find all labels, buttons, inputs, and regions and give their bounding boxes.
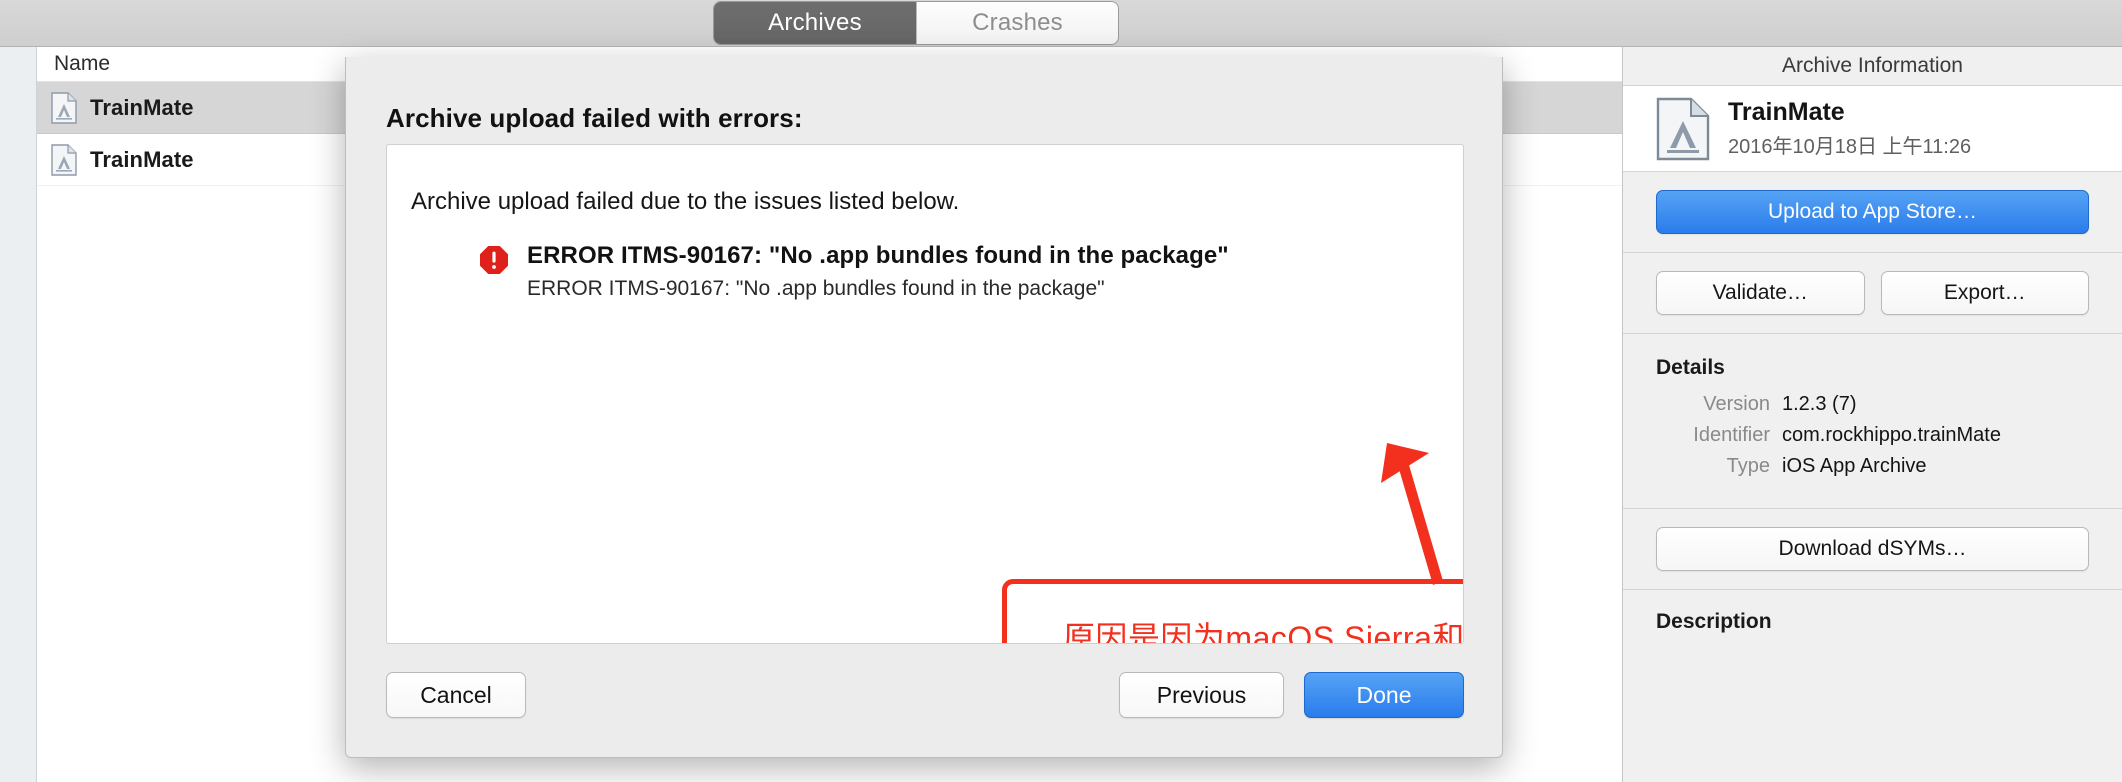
done-label: Done bbox=[1356, 681, 1412, 708]
issue-detail: ERROR ITMS-90167: "No .app bundles found… bbox=[527, 277, 1105, 300]
xcode-organizer-window: Archives Crashes Name TrainMate TrainMat… bbox=[0, 0, 2122, 782]
upload-to-app-store-button[interactable]: Upload to App Store… bbox=[1656, 190, 2089, 234]
detail-row-identifier: Identifier com.rockhippo.trainMate bbox=[1656, 424, 2089, 447]
detail-value: iOS App Archive bbox=[1782, 455, 1927, 477]
cancel-button[interactable]: Cancel bbox=[386, 672, 526, 718]
issue-title: ERROR ITMS-90167: "No .app bundles found… bbox=[527, 242, 1229, 269]
inspector-header: Archive Information bbox=[1623, 47, 2122, 86]
export-label: Export… bbox=[1943, 281, 2026, 304]
archive-identity-date: 2016年10月18日 上午11:26 bbox=[1728, 136, 1972, 158]
sheet-title: Archive upload failed with errors: bbox=[386, 103, 803, 133]
previous-label: Previous bbox=[1156, 681, 1247, 708]
upload-section: Upload to App Store… bbox=[1623, 172, 2122, 253]
archive-name: TrainMate bbox=[90, 146, 194, 172]
archive-document-icon bbox=[51, 91, 77, 124]
detail-key: Identifier bbox=[1693, 424, 1770, 446]
annotation-arrow-icon bbox=[1381, 443, 1443, 585]
description-heading: Description bbox=[1656, 610, 1772, 633]
detail-row-version: Version 1.2.3 (7) bbox=[1656, 393, 2089, 416]
validate-export-section: Validate… Export… bbox=[1623, 253, 2122, 334]
done-button[interactable]: Done bbox=[1304, 672, 1464, 718]
tab-crashes[interactable]: Crashes bbox=[916, 2, 1118, 44]
dsyms-section: Download dSYMs… bbox=[1623, 509, 2122, 590]
detail-value: com.rockhippo.trainMate bbox=[1782, 424, 2001, 446]
archive-identity: TrainMate 2016年10月18日 上午11:26 bbox=[1623, 86, 2122, 172]
organizer-tab-segmented-control[interactable]: Archives Crashes bbox=[714, 2, 1118, 44]
issue-texts: ERROR ITMS-90167: "No .app bundles found… bbox=[527, 242, 1229, 301]
annotation-callout-box: 原因是因为macOS Sierra和xcode8以下版本导致 bbox=[1002, 579, 1464, 644]
archive-identity-text: TrainMate 2016年10月18日 上午11:26 bbox=[1728, 98, 1971, 159]
detail-row-type: Type iOS App Archive bbox=[1656, 455, 2089, 478]
upload-to-app-store-label: Upload to App Store… bbox=[1768, 200, 1977, 223]
archive-document-icon bbox=[1656, 97, 1710, 161]
upload-failed-sheet: Archive upload failed with errors: Archi… bbox=[345, 57, 1503, 758]
detail-value: 1.2.3 (7) bbox=[1782, 393, 1857, 415]
archives-group-gutter bbox=[0, 47, 37, 782]
details-heading: Details bbox=[1656, 356, 1725, 379]
download-dsyms-button[interactable]: Download dSYMs… bbox=[1656, 527, 2089, 571]
issues-list-container: Archive upload failed due to the issues … bbox=[386, 144, 1464, 644]
validate-button[interactable]: Validate… bbox=[1656, 271, 1865, 315]
archive-identity-name: TrainMate bbox=[1728, 98, 1845, 126]
list-item: ERROR ITMS-90167: "No .app bundles found… bbox=[479, 242, 1229, 301]
inspector-header-label: Archive Information bbox=[1782, 54, 1963, 77]
column-header-name: Name bbox=[54, 52, 111, 75]
archive-information-panel: Archive Information TrainMate 2016年10月18… bbox=[1622, 47, 2122, 782]
cancel-label: Cancel bbox=[420, 681, 492, 708]
tab-archives[interactable]: Archives bbox=[714, 2, 916, 44]
tab-archives-label: Archives bbox=[768, 9, 862, 36]
previous-button[interactable]: Previous bbox=[1119, 672, 1284, 718]
detail-key: Version bbox=[1703, 393, 1770, 415]
tab-crashes-label: Crashes bbox=[972, 9, 1063, 36]
validate-label: Validate… bbox=[1712, 281, 1808, 304]
detail-key: Type bbox=[1726, 455, 1770, 477]
error-octagon-icon bbox=[479, 245, 509, 275]
window-toolbar: Archives Crashes bbox=[0, 0, 2122, 47]
details-section: Details Version 1.2.3 (7) Identifier com… bbox=[1623, 334, 2122, 509]
sheet-intro-text: Archive upload failed due to the issues … bbox=[411, 188, 960, 215]
archive-name: TrainMate bbox=[90, 94, 194, 120]
download-dsyms-label: Download dSYMs… bbox=[1778, 537, 1967, 560]
archive-document-icon bbox=[51, 143, 77, 176]
export-button[interactable]: Export… bbox=[1880, 271, 2089, 315]
sheet-footer: Cancel Previous Done bbox=[346, 652, 1502, 757]
description-section: Description bbox=[1623, 590, 2122, 652]
annotation-text: 原因是因为macOS Sierra和xcode8以下版本导致 bbox=[1062, 619, 1464, 644]
